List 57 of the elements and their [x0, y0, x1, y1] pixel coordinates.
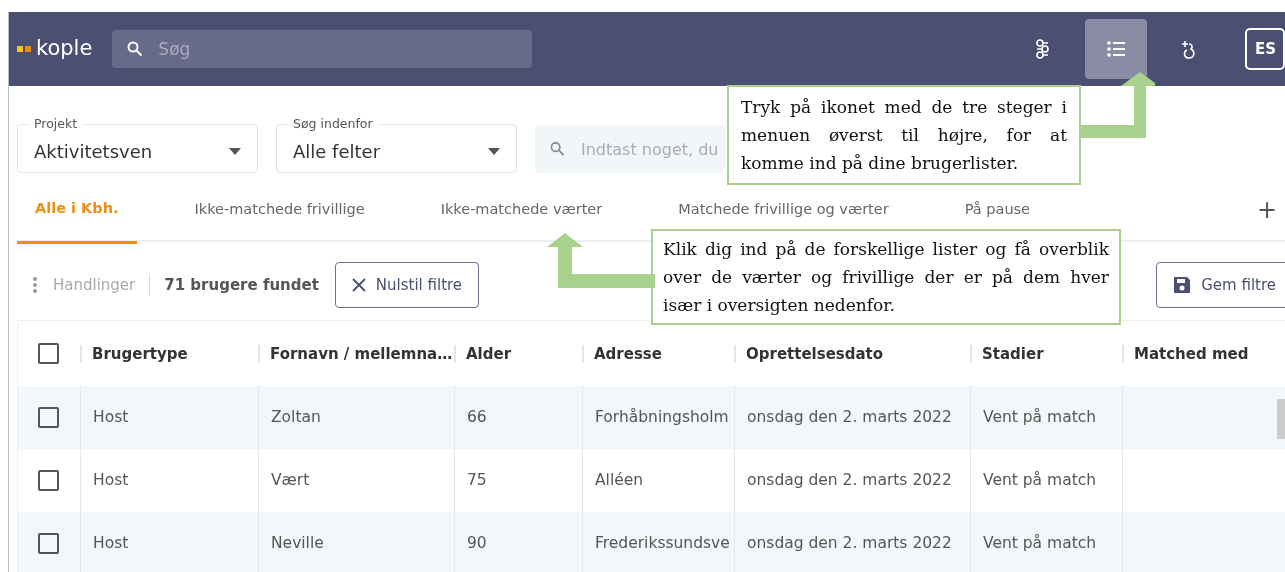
field-label: Projekt [33, 116, 79, 132]
field-value: Alle felter [293, 139, 381, 164]
dropdown-caret-icon [488, 147, 500, 155]
search-field[interactable]: Søg [112, 30, 533, 68]
table-cell-text: onsdag den 2. marts 2022 [747, 532, 952, 554]
callout-text: Tryk på ikonet med de tre steger i menuen øverst til højre, for at komme ind på dine brugerlister. [727, 85, 1081, 185]
dropdown-field[interactable]: Projekt Aktivitetsven [17, 116, 258, 173]
tab[interactable]: På pause [946, 190, 1049, 230]
add-tab-button[interactable]: + [1248, 190, 1285, 230]
nav-button[interactable] [1085, 19, 1147, 79]
checkbox[interactable] [38, 407, 59, 428]
table-cell-text: onsdag den 2. marts 2022 [747, 406, 952, 428]
column-header[interactable]: Alder [454, 344, 582, 363]
table-cell-text: Zoltan [271, 406, 321, 428]
field-label: Søg indenfor [292, 116, 374, 132]
close-icon [351, 278, 366, 292]
table-cell-text: Host [93, 469, 129, 491]
checkbox[interactable] [38, 533, 59, 554]
dropdown-field[interactable]: Søg indenfor Alle felter [276, 116, 517, 173]
logo[interactable]: kople [36, 33, 93, 65]
table-cell-text: Forhåbningsholm [595, 406, 729, 428]
callout-text: Klik dig ind på de forskellige lister og få overblik over de værter og frivillige der er på dem hver især i oversigten nedenfor. [651, 229, 1121, 325]
save-filters-button[interactable]: Gem filtre [1156, 262, 1285, 308]
table-cell-text: Neville [271, 532, 324, 554]
dropdown-caret-icon [229, 147, 241, 155]
field-value: Aktivitetsven [34, 139, 153, 164]
column-header[interactable]: Matched med [1122, 344, 1285, 363]
tab[interactable]: Ikke-matchede værter [422, 190, 621, 230]
avatar[interactable]: ES [1245, 28, 1285, 70]
search-icon [127, 41, 144, 57]
column-header[interactable]: Stadier [970, 344, 1122, 363]
column-header[interactable]: Fornavn / mellemna… [258, 344, 454, 363]
result-count: 71 brugere fundet [149, 273, 319, 297]
table-cell-text: Vent på match [983, 406, 1097, 428]
column-header[interactable]: Adresse [582, 344, 734, 363]
table-cell-text: 90 [467, 532, 487, 554]
table-cell-text: Host [93, 532, 129, 554]
table-cell-text: 75 [467, 469, 487, 491]
save-icon [1173, 276, 1192, 294]
column-header[interactable]: Oprettelsesdato [734, 344, 970, 363]
column-header[interactable]: Brugertype [80, 344, 258, 363]
search-field[interactable]: Indtast noget, du [535, 125, 725, 173]
table-cell-text: 66 [467, 406, 487, 428]
table-cell-text: Alléen [595, 469, 644, 491]
table-cell-text: onsdag den 2. marts 2022 [747, 469, 952, 491]
scrollbar[interactable] [1277, 399, 1285, 439]
tab[interactable]: Ikke-matchede frivillige [176, 190, 383, 230]
table-cell-text: Vært [271, 469, 310, 491]
checkbox[interactable] [38, 470, 59, 491]
table-cell-text: Vent på match [983, 469, 1097, 491]
reset-filters-button[interactable]: Nulstil filtre [334, 262, 480, 308]
table-cell-text: Vent på match [983, 532, 1097, 554]
table-cell-text: Host [93, 406, 129, 428]
checkbox[interactable] [38, 343, 59, 364]
tab[interactable]: Matchede frivillige og værter [660, 190, 907, 230]
table-cell-text: Frederikssundsve [595, 532, 730, 554]
kebab-icon [33, 277, 37, 293]
